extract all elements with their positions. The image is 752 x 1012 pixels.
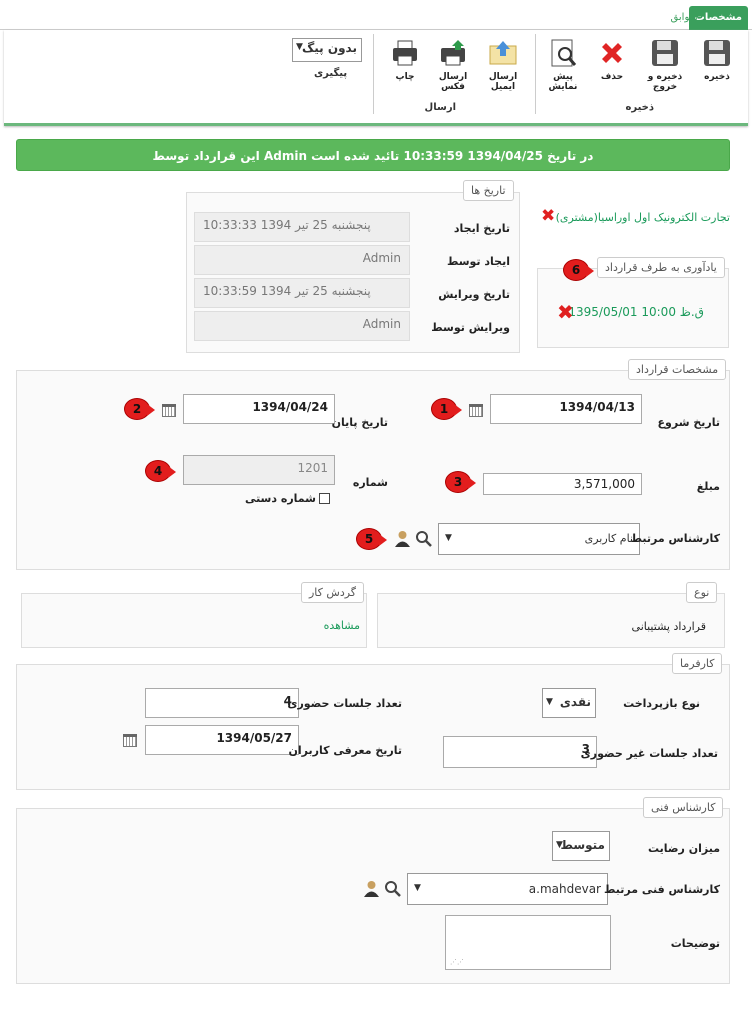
save-group-label: ذخیره	[625, 102, 654, 113]
approval-banner: این قرارداد توسط Admin در تاریخ 1394/04/…	[16, 139, 730, 171]
chevron-down-icon: ▼	[556, 840, 563, 850]
type-legend: نوع	[686, 582, 718, 603]
satisfaction-select[interactable]: متوسط ▼	[552, 831, 610, 861]
tech-expert-select[interactable]: a.mahdevar ▼	[407, 873, 608, 905]
toolbar-separator	[535, 34, 536, 114]
onsite-sessions-input[interactable]: 4	[145, 688, 299, 718]
chevron-down-icon: ▼	[546, 697, 553, 707]
reminder-item-link[interactable]: 1395/05/01 10:00 ق.ظ	[568, 305, 704, 319]
workflow-legend: گردش کار	[301, 582, 365, 603]
workflow-view-link[interactable]: مشاهده	[324, 619, 360, 632]
tab-history[interactable]: سوابق	[665, 6, 704, 30]
satisfaction-label: میزان رضایت	[648, 842, 720, 855]
floppy-disk-icon	[704, 40, 730, 66]
resize-grip-icon[interactable]: ⋰⋰	[450, 958, 464, 966]
created-date-label: تاریخ ایجاد	[453, 222, 510, 235]
send-fax-button[interactable]: ارسال فکس	[430, 38, 476, 92]
tab-bar	[0, 0, 752, 30]
number-label: شماره	[352, 476, 388, 489]
edited-by-label: ویرایش توسط	[431, 321, 510, 334]
notes-textarea[interactable]: ⋰⋰	[445, 915, 611, 970]
edited-by-value: Admin	[194, 311, 410, 341]
start-date-input[interactable]: 1394/04/13	[490, 394, 642, 424]
related-expert-select[interactable]: نام کاربری ▼	[438, 523, 640, 555]
search-icon[interactable]	[415, 530, 432, 547]
repayment-type-label: نوع بازپرداخت	[623, 697, 700, 710]
created-by-value: Admin	[194, 245, 410, 275]
toolbar-separator	[373, 34, 374, 114]
printer-icon	[393, 40, 417, 66]
remove-reminder-icon[interactable]: ✖	[557, 302, 574, 322]
remote-sessions-input[interactable]: 3	[443, 736, 597, 768]
marker-3: 3	[445, 471, 476, 493]
contract-legend: مشخصات قرارداد	[628, 359, 727, 380]
user-icon[interactable]	[363, 880, 380, 897]
send-email-button[interactable]: ارسال ایمیل	[480, 38, 526, 92]
followup-label: پیگیری	[314, 68, 348, 79]
chevron-down-icon: ▼	[414, 883, 421, 893]
user-icon[interactable]	[394, 530, 411, 547]
email-upload-icon	[489, 41, 517, 65]
marker-1: 1	[431, 398, 462, 420]
preview-document-icon	[551, 39, 577, 67]
number-input: 1201	[183, 455, 335, 485]
repayment-type-select[interactable]: نقدی ▼	[542, 688, 596, 718]
edited-date-value: پنجشنبه 25 تیر 1394 10:33:59	[194, 278, 410, 308]
notes-label: توضیحات	[670, 937, 720, 950]
employer-fieldset	[16, 664, 730, 790]
calendar-icon[interactable]	[162, 404, 176, 417]
calendar-icon[interactable]	[123, 734, 137, 747]
remote-sessions-label: تعداد جلسات غیر حضوری	[580, 747, 718, 760]
users-intro-date-label: تاریخ معرفی کاربران	[288, 744, 403, 757]
delete-button[interactable]: حذف	[592, 38, 632, 82]
save-button[interactable]: ذخیره	[698, 38, 736, 82]
edited-date-label: تاریخ ویرایش	[438, 288, 510, 301]
fax-icon	[441, 40, 465, 66]
end-date-label: تاریخ پایان	[331, 416, 388, 429]
start-date-label: تاریخ شروع	[657, 416, 721, 429]
contract-type-value: قرارداد پشتیبانی	[631, 620, 706, 633]
preview-button[interactable]: پیش نمایش	[540, 38, 586, 92]
calendar-icon[interactable]	[469, 404, 483, 417]
customer-link[interactable]: تجارت الکترونیک اول اوراسیا(مشتری)	[556, 211, 730, 224]
employer-legend: کارفرما	[672, 653, 723, 674]
floppy-disk-icon	[652, 40, 678, 66]
amount-label: مبلغ	[696, 480, 720, 493]
end-date-input[interactable]: 1394/04/24	[183, 394, 335, 424]
created-by-label: ایجاد توسط	[446, 255, 510, 268]
send-group-label: ارسال	[424, 102, 456, 113]
marker-2: 2	[124, 398, 155, 420]
manual-number-checkbox[interactable]	[319, 493, 330, 504]
tech-expert-label: کارشناس فنی مرتبط	[603, 883, 720, 896]
reminder-legend: یادآوری به طرف قرارداد	[597, 257, 725, 278]
chevron-down-icon: ▼	[445, 533, 452, 543]
remove-customer-icon[interactable]: ✖	[541, 208, 555, 225]
manual-number-label: شماره دستی	[244, 492, 316, 505]
related-expert-label: کارشناس مرتبط	[630, 532, 720, 545]
dates-legend: تاریخ ها	[463, 180, 514, 201]
amount-input[interactable]: 3,571,000	[483, 473, 642, 495]
marker-4: 4	[145, 460, 176, 482]
print-button[interactable]: چاپ	[386, 38, 424, 82]
marker-5: 5	[356, 528, 387, 550]
marker-6: 6	[563, 259, 594, 281]
onsite-sessions-label: تعداد جلسات حضوری	[287, 697, 402, 710]
chevron-down-icon: ▼	[296, 42, 303, 52]
users-intro-date-input[interactable]: 1394/05/27	[145, 725, 299, 755]
save-and-exit-button[interactable]: ذخیره و خروج	[638, 38, 692, 92]
created-date-value: پنجشنبه 25 تیر 1394 10:33:33	[194, 212, 410, 242]
search-icon[interactable]	[384, 880, 401, 897]
followup-select[interactable]: بدون پیگ ▼	[292, 38, 362, 62]
tech-expert-legend: کارشناس فنی	[643, 797, 724, 818]
delete-x-icon	[602, 43, 622, 63]
